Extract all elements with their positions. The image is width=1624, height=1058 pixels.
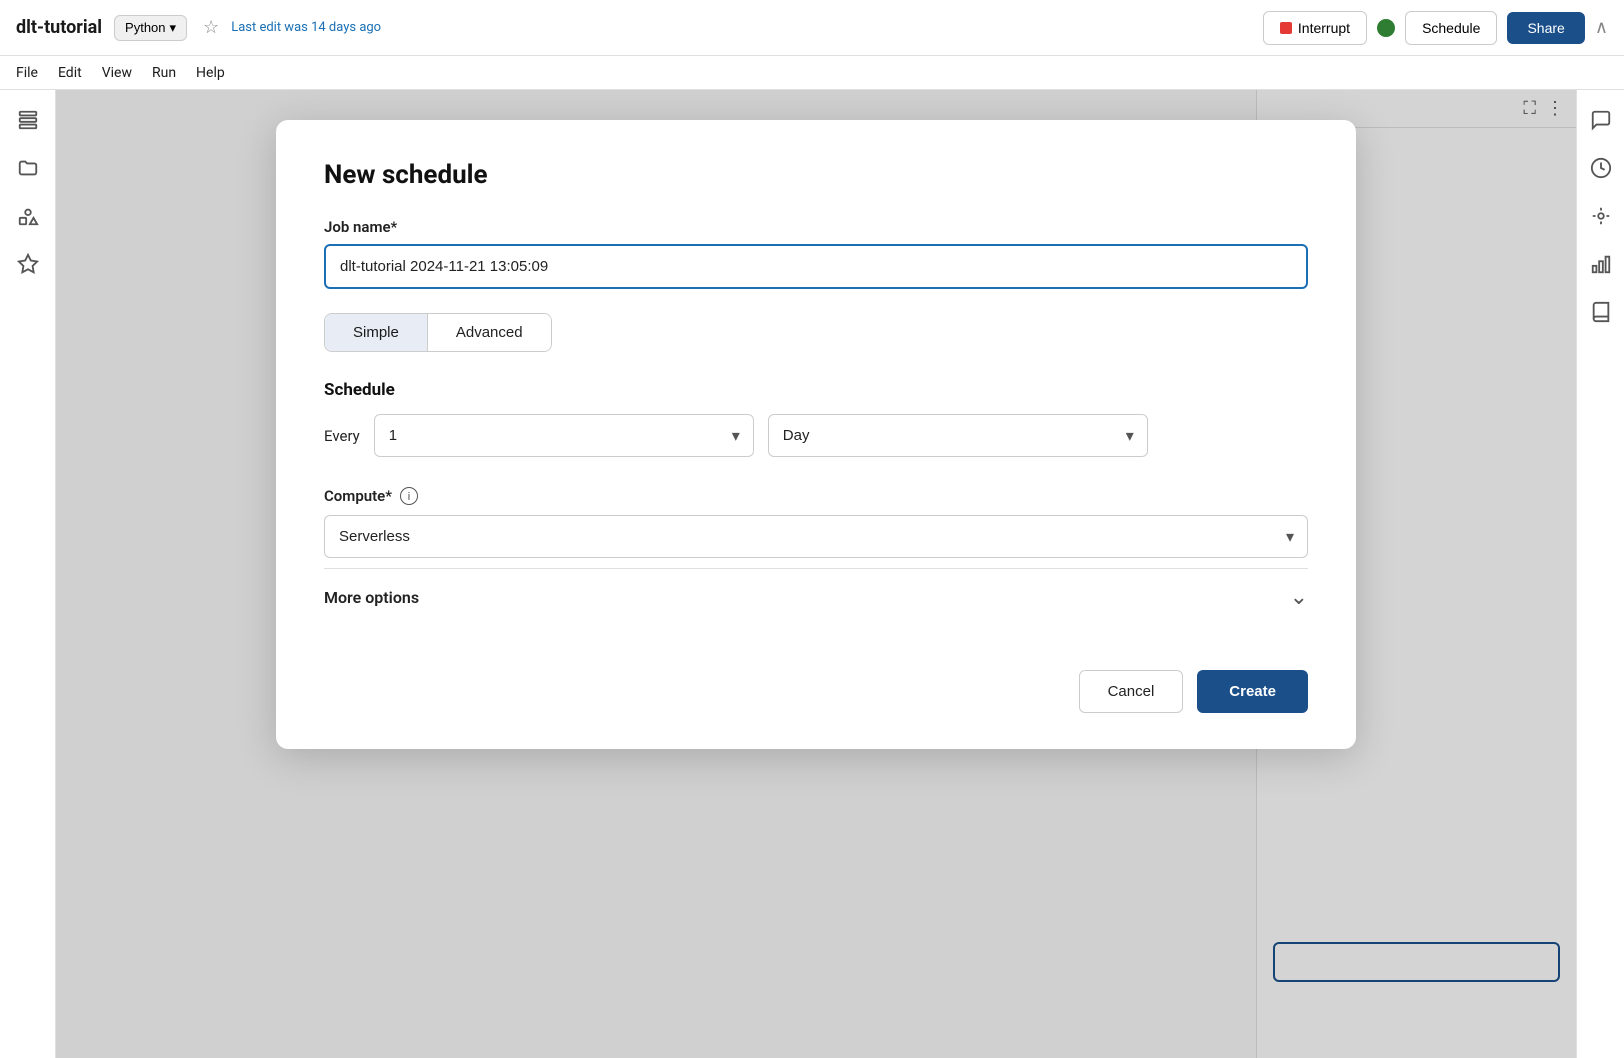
- interval-select[interactable]: 1 2 3 4 5 10 15 30: [374, 414, 754, 457]
- schedule-button[interactable]: Schedule: [1405, 11, 1497, 45]
- interval-select-wrapper: 1 2 3 4 5 10 15 30 ▾: [374, 414, 754, 457]
- menu-file[interactable]: File: [16, 65, 38, 81]
- create-button[interactable]: Create: [1197, 670, 1308, 713]
- modal-title: New schedule: [324, 160, 1308, 190]
- menu-view[interactable]: View: [102, 65, 132, 81]
- topbar-actions: Interrupt Schedule Share ∧: [1263, 11, 1608, 45]
- schedule-heading: Schedule: [324, 380, 1308, 400]
- menu-help[interactable]: Help: [196, 65, 225, 81]
- right-sidebar: [1576, 90, 1624, 1058]
- period-select-wrapper: Minute Hour Day Week Month ▾: [768, 414, 1148, 457]
- sidebar-icon-library[interactable]: [1587, 298, 1615, 326]
- menubar: File Edit View Run Help: [0, 56, 1624, 90]
- period-select[interactable]: Minute Hour Day Week Month: [768, 414, 1148, 457]
- share-button[interactable]: Share: [1507, 12, 1584, 44]
- sidebar-icon-star[interactable]: [14, 250, 42, 278]
- new-schedule-modal: New schedule Job name* Simple Advanced S…: [276, 120, 1356, 749]
- language-selector[interactable]: Python ▾: [114, 15, 187, 41]
- sidebar-icon-comment[interactable]: [1587, 106, 1615, 134]
- schedule-type-tabs: Simple Advanced: [324, 313, 552, 352]
- every-label: Every: [324, 427, 360, 445]
- interrupt-button[interactable]: Interrupt: [1263, 11, 1367, 45]
- cancel-button[interactable]: Cancel: [1079, 670, 1184, 713]
- compute-select-wrapper: Serverless Standard High Memory ▾: [324, 515, 1308, 558]
- job-name-input[interactable]: [324, 244, 1308, 289]
- tab-simple[interactable]: Simple: [325, 314, 428, 351]
- sidebar-icon-chart[interactable]: [1587, 250, 1615, 278]
- sidebar-icon-folder[interactable]: [14, 154, 42, 182]
- sidebar-icon-list[interactable]: [14, 106, 42, 134]
- app-title: dlt-tutorial: [16, 17, 102, 38]
- compute-info-icon[interactable]: i: [400, 487, 418, 505]
- last-edit-link[interactable]: Last edit was 14 days ago: [231, 20, 1251, 35]
- tab-advanced[interactable]: Advanced: [428, 314, 551, 351]
- interrupt-icon: [1280, 22, 1292, 34]
- menu-edit[interactable]: Edit: [58, 65, 82, 81]
- schedule-row: Every 1 2 3 4 5 10 15 30 ▾: [324, 414, 1308, 457]
- favorite-icon[interactable]: ☆: [203, 17, 219, 38]
- more-options-chevron: ⌄: [1290, 585, 1308, 610]
- kernel-status-dot[interactable]: [1377, 19, 1395, 37]
- compute-select[interactable]: Serverless Standard High Memory: [324, 515, 1308, 558]
- sidebar-icon-history[interactable]: [1587, 154, 1615, 182]
- sidebar-icon-shapes[interactable]: [14, 202, 42, 230]
- more-options-row[interactable]: More options ⌄: [324, 568, 1308, 626]
- more-options-label: More options: [324, 588, 419, 607]
- main-layout: ⛶ ⋮ e}") New schedule Job name* Simple A…: [0, 90, 1624, 1058]
- modal-overlay: New schedule Job name* Simple Advanced S…: [56, 90, 1576, 1058]
- compute-label-row: Compute* i: [324, 487, 1308, 505]
- modal-footer: Cancel Create: [324, 650, 1308, 713]
- menu-run[interactable]: Run: [152, 65, 176, 81]
- collapse-button[interactable]: ∧: [1595, 17, 1608, 38]
- content-area: ⛶ ⋮ e}") New schedule Job name* Simple A…: [56, 90, 1576, 1058]
- job-name-label: Job name*: [324, 218, 1308, 236]
- sidebar-icon-variable[interactable]: [1587, 202, 1615, 230]
- left-sidebar: [0, 90, 56, 1058]
- compute-label: Compute*: [324, 487, 392, 505]
- topbar: dlt-tutorial Python ▾ ☆ Last edit was 14…: [0, 0, 1624, 56]
